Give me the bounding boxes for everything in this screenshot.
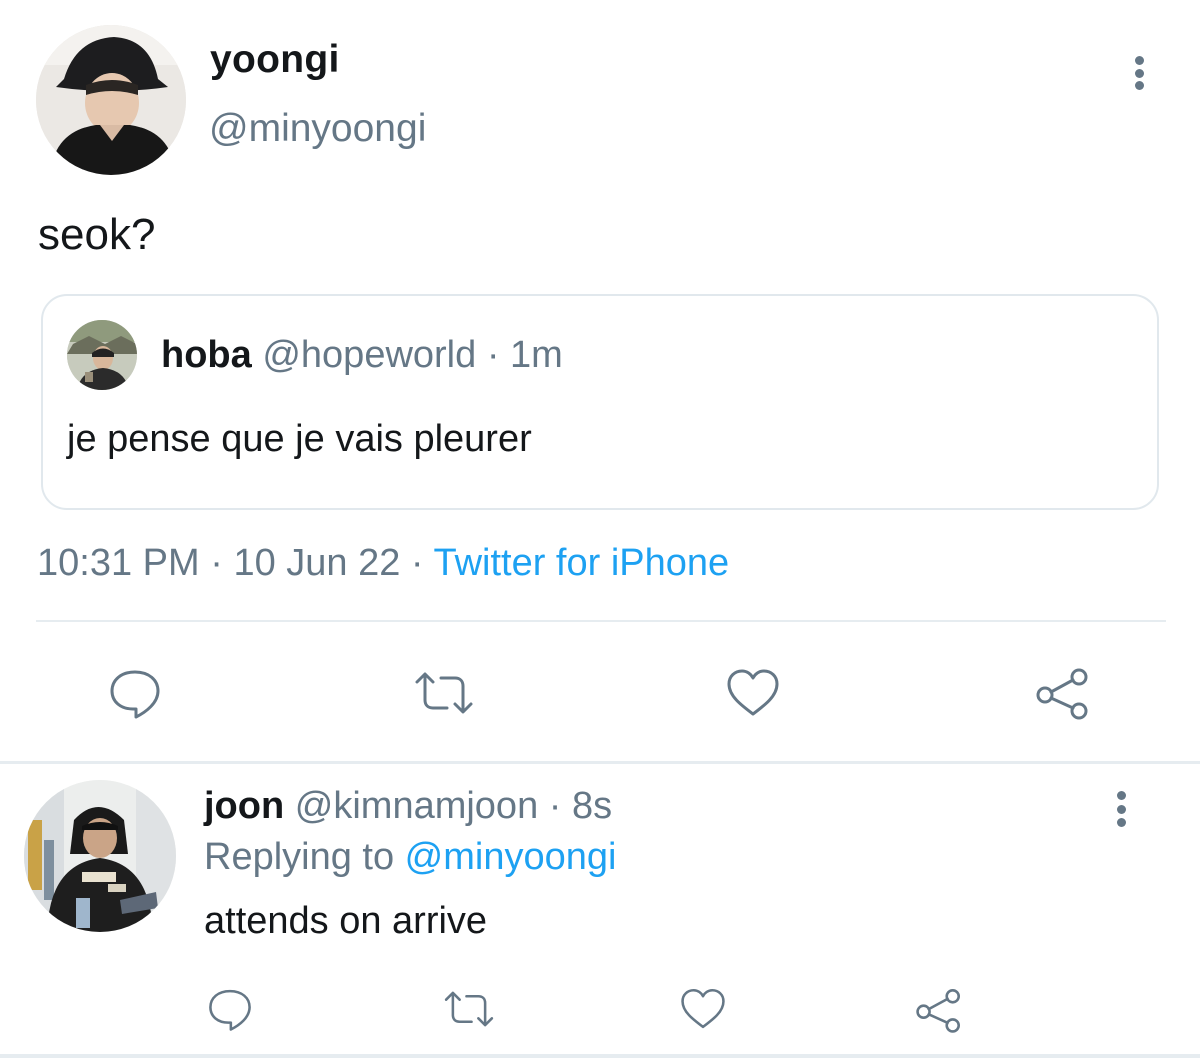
divider (0, 761, 1200, 764)
like-icon[interactable] (676, 984, 730, 1034)
quoted-tweet-age: 1m (510, 334, 563, 376)
replying-to-line: Replying to @minyoongi (204, 836, 616, 879)
tweet-timestamp-line: 10:31 PM · 10 Jun 22 · Twitter for iPhon… (37, 542, 729, 585)
quoted-tweet-card[interactable]: hoba @hopeworld · 1m je pense que je vai… (41, 294, 1159, 510)
quoted-author-avatar (67, 320, 137, 390)
divider (0, 1054, 1200, 1058)
reply-text: attends on arrive (204, 900, 488, 942)
reply-author-name[interactable]: joon (204, 785, 284, 827)
replying-to-mention[interactable]: @minyoongi (405, 836, 617, 878)
reply-age: 8s (571, 785, 613, 827)
separator-dot: · (538, 785, 572, 827)
replying-to-label: Replying to (204, 836, 405, 878)
quoted-author-name: hoba (161, 334, 252, 376)
author-name[interactable]: yoongi (210, 38, 340, 82)
reply-author-handle[interactable]: @kimnamjoon (295, 785, 538, 827)
tweet-time: 10:31 PM (37, 542, 200, 584)
share-icon[interactable] (912, 984, 966, 1036)
separator-dot: · (199, 542, 234, 584)
more-options-icon[interactable] (1102, 786, 1140, 832)
quoted-tweet-text: je pense que je vais pleurer (67, 418, 532, 460)
tweet-date: 10 Jun 22 (233, 542, 401, 584)
retweet-icon[interactable] (410, 664, 478, 722)
divider (36, 620, 1166, 622)
tweet-detail-page: yoongi @minyoongi seok? hoba @hopeworld … (0, 0, 1200, 1058)
separator-dot: · (400, 542, 434, 584)
separator-dot: · (476, 334, 511, 376)
quoted-tweet-header: hoba @hopeworld · 1m (161, 334, 563, 377)
tweet-source-link[interactable]: Twitter for iPhone (433, 542, 729, 584)
share-icon[interactable] (1032, 664, 1094, 722)
tweet-text: seok? (38, 210, 156, 259)
reply-icon[interactable] (104, 664, 166, 722)
reply-header: joon @kimnamjoon · 8s (204, 785, 612, 828)
more-options-icon[interactable] (1120, 50, 1158, 96)
like-icon[interactable] (722, 664, 784, 722)
author-handle[interactable]: @minyoongi (209, 107, 426, 151)
author-avatar[interactable] (36, 25, 186, 175)
reply-author-avatar[interactable] (24, 780, 176, 932)
quoted-author-handle: @hopeworld (262, 334, 477, 376)
reply-icon[interactable] (204, 984, 256, 1034)
retweet-icon[interactable] (440, 984, 498, 1034)
